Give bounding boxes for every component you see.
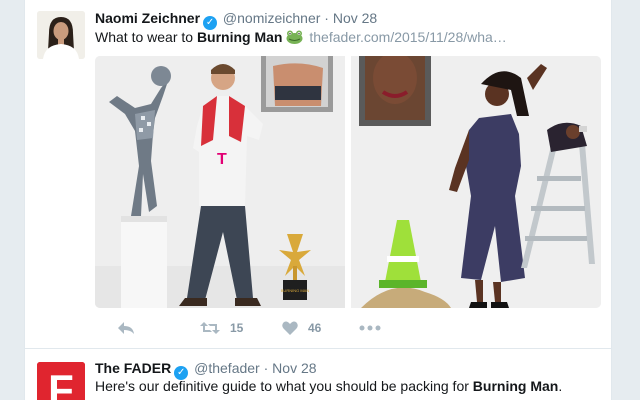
photo-right[interactable]	[351, 56, 601, 308]
user-handle[interactable]: @thefader	[194, 360, 260, 376]
more-button[interactable]	[359, 318, 381, 338]
tweet-actions: 15 46	[95, 318, 395, 338]
separator: ·	[263, 360, 269, 376]
tweet-text: Here's our definitive guide to what you …	[95, 378, 562, 394]
photo-left[interactable]: T BURNING MAN	[95, 56, 345, 308]
display-name[interactable]: The FADER	[95, 360, 171, 376]
svg-text:T: T	[217, 151, 227, 168]
display-name[interactable]: Naomi Zeichner	[95, 10, 200, 26]
like-button[interactable]: 46	[282, 318, 321, 338]
reply-icon	[118, 322, 134, 334]
frog-face-icon	[286, 30, 303, 44]
more-dots-icon	[359, 325, 381, 331]
reply-button[interactable]	[117, 318, 135, 338]
media-grid[interactable]: T BURNING MAN	[95, 56, 601, 308]
tweet-header: Naomi Zeichner ✓ @nomizeichner · Nov 28	[95, 10, 377, 30]
tweet-text-prefix: Here's our definitive guide to what you …	[95, 378, 473, 394]
trophy-label: BURNING MAN	[281, 288, 310, 293]
tweet-text: What to wear to Burning Man thefader.com…	[95, 29, 507, 45]
avatar[interactable]	[37, 11, 85, 59]
retweet-count: 15	[230, 321, 244, 335]
user-handle[interactable]: @nomizeichner	[223, 10, 320, 26]
tweet[interactable]: F The FADER ✓ @thefader · Nov 28 Here's o…	[25, 350, 611, 400]
retweet-icon	[200, 322, 220, 334]
tweet-text-prefix: What to wear to	[95, 29, 197, 45]
timeline: Naomi Zeichner ✓ @nomizeichner · Nov 28 W…	[24, 0, 612, 400]
retweet-button[interactable]: 15	[200, 318, 243, 338]
like-count: 46	[308, 321, 322, 335]
tweet[interactable]: Naomi Zeichner ✓ @nomizeichner · Nov 28 W…	[25, 0, 611, 349]
verified-badge-icon: ✓	[203, 16, 218, 30]
timestamp[interactable]: Nov 28	[333, 10, 377, 26]
timestamp[interactable]: Nov 28	[272, 360, 316, 376]
heart-icon	[282, 321, 298, 335]
hashtag-bold-text: Burning Man	[472, 378, 559, 394]
avatar[interactable]: F	[37, 362, 85, 400]
tweet-link[interactable]: thefader.com/2015/11/28/wha…	[309, 29, 506, 45]
hashtag-bold-text: Burning Man	[196, 29, 283, 45]
separator: ·	[324, 10, 329, 26]
tweet-text-suffix: .	[558, 378, 563, 394]
tweet-header: The FADER ✓ @thefader · Nov 28	[95, 360, 317, 380]
avatar-letter: F	[48, 366, 74, 400]
